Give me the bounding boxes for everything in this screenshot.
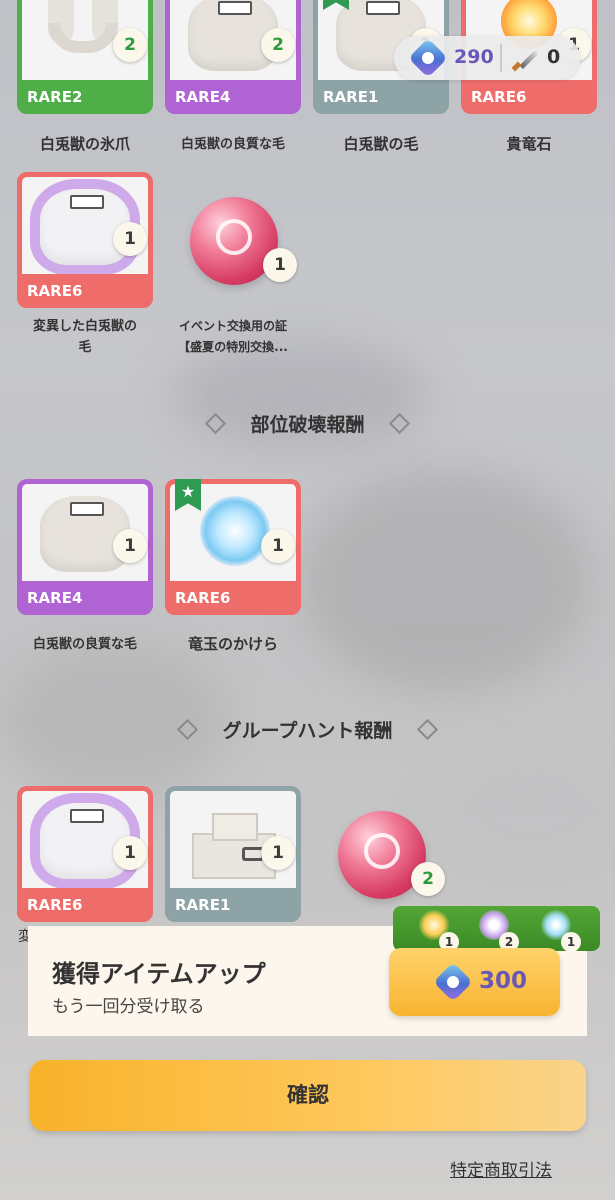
item-card: 1 RARE1: [165, 786, 301, 922]
rarity-label: RARE6: [17, 274, 153, 308]
item-count: 2: [261, 28, 295, 62]
bonus-preview: 1 2 1: [393, 906, 600, 952]
item-card: 2 RARE4: [165, 0, 301, 114]
rarity-label: RARE2: [17, 80, 153, 114]
diamond-icon: [388, 412, 410, 435]
section-title: グループハント報酬: [222, 720, 393, 742]
diamond-icon: [416, 718, 438, 741]
item-name-line: イベント交換用の証: [178, 319, 287, 333]
reward-item[interactable]: ★ 1 RARE6: [165, 479, 301, 615]
item-name: イベント交換用の証 【盛夏の特別交換...: [158, 316, 308, 358]
background-blur: [300, 470, 590, 690]
item-card: ★ 1 RARE6: [165, 479, 301, 615]
diamond-icon: [205, 412, 227, 435]
paw-gem-icon: [433, 962, 473, 1002]
item-card: 2 RARE2: [17, 0, 153, 114]
item-card: 1 RARE4: [17, 479, 153, 615]
knife-count: 0: [547, 46, 561, 68]
reward-item[interactable]: 1 RARE6: [17, 786, 153, 922]
item-name: 変異した白兎獣の 毛: [10, 316, 160, 358]
paw-gem-icon: [408, 38, 448, 78]
bonus-preview-item: 1: [415, 908, 459, 952]
gem-count: 290: [454, 46, 494, 68]
preview-count: 1: [561, 932, 581, 952]
rarity-label: RARE4: [165, 80, 301, 114]
rarity-label: RARE6: [461, 80, 597, 114]
bonus-preview-item: 2: [475, 908, 519, 952]
divider: [500, 44, 502, 72]
legal-notice-link[interactable]: 特定商取引法: [450, 1156, 552, 1181]
item-count: 1: [261, 529, 295, 563]
item-name: 竜玉のかけら: [187, 635, 278, 653]
item-count: 1: [113, 836, 147, 870]
reward-item[interactable]: 1 RARE1: [165, 786, 301, 922]
reward-item[interactable]: 1 RARE6: [17, 172, 153, 308]
item-name-line: 【盛夏の特別交換...: [178, 340, 288, 354]
reward-item[interactable]: 1 RARE4: [17, 479, 153, 615]
section-header: 部位破壊報酬: [0, 410, 615, 437]
claw-icon: [42, 0, 122, 63]
item-name: 白兎獣の氷爪: [39, 135, 130, 153]
dragon-orb-shard-icon: [200, 496, 270, 566]
item-name: 白兎獣の良質な毛: [180, 137, 285, 152]
bonus-purchase-button[interactable]: 300: [389, 948, 560, 1016]
item-count: 2: [411, 862, 445, 896]
confirm-button[interactable]: 確認: [30, 1060, 586, 1131]
item-count: 1: [261, 836, 295, 870]
item-count: 1: [113, 529, 147, 563]
section-title: 部位破壊報酬: [250, 414, 365, 436]
diamond-icon: [177, 718, 199, 741]
item-name-line: 変異した白兎獣の: [32, 319, 137, 334]
bonus-preview-item: 1: [537, 908, 581, 952]
item-card: 1 RARE6: [17, 172, 153, 308]
bonus-subtitle: もう一回分受け取る: [52, 997, 205, 1017]
reward-item[interactable]: 2: [313, 786, 449, 922]
bonus-title: 獲得アイテムアップ: [52, 960, 266, 988]
section-header: グループハント報酬: [0, 716, 615, 743]
item-name: 貴竜石: [506, 135, 552, 153]
item-name: 白兎獣の毛: [343, 135, 419, 153]
reward-item[interactable]: 1: [165, 172, 301, 308]
background-blur: [430, 760, 615, 880]
item-count: 1: [113, 222, 147, 256]
item-card: 1 RARE6: [17, 786, 153, 922]
reward-item[interactable]: 2 RARE4: [165, 0, 301, 114]
price: 300: [479, 968, 528, 994]
item-name-line: 毛: [78, 340, 92, 355]
rarity-label: RARE6: [17, 888, 153, 922]
rarity-label: RARE6: [165, 581, 301, 615]
item-name: 白兎獣の良質な毛: [32, 637, 137, 652]
rarity-label: RARE1: [313, 80, 449, 114]
item-count: 1: [263, 248, 297, 282]
rarity-label: RARE1: [165, 888, 301, 922]
rarity-label: RARE4: [17, 581, 153, 615]
knife-icon: [511, 46, 539, 72]
reward-item[interactable]: 2 RARE2: [17, 0, 153, 114]
item-count: 2: [113, 28, 147, 62]
currency-display: 290 0: [394, 36, 580, 80]
